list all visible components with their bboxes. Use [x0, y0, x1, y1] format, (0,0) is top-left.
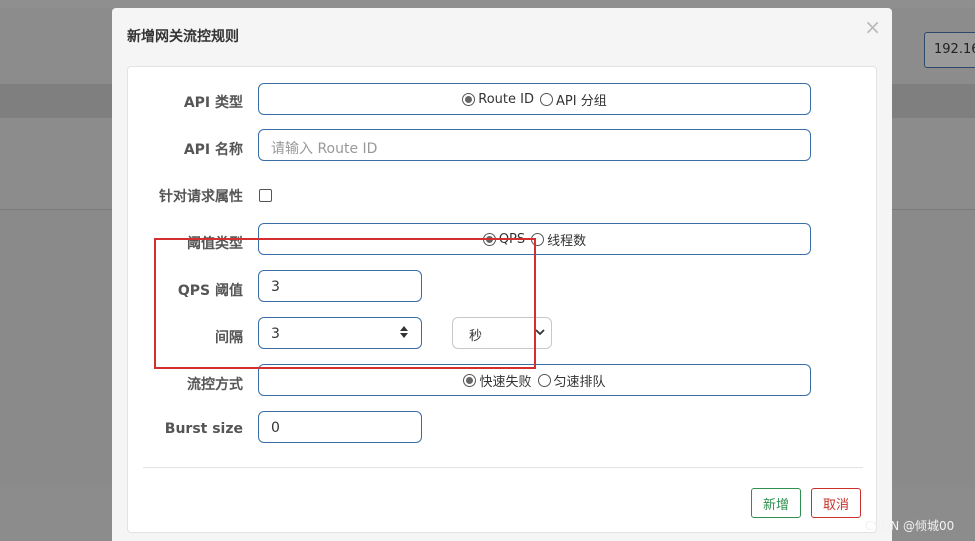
dialog-title: 新增网关流控规则 — [127, 29, 239, 45]
api-type-radio-group: Route ID API 分组 — [258, 83, 811, 115]
chevron-down-icon — [535, 329, 545, 336]
radio-route-id[interactable]: Route ID — [462, 92, 534, 107]
csdn-watermark: CSDN @倾城00 — [865, 519, 955, 533]
radio-unchecked-icon[interactable] — [537, 373, 551, 387]
radio-thread-count[interactable]: 线程数 — [531, 230, 586, 249]
radio-checked-icon[interactable] — [463, 373, 477, 387]
radio-route-id-label: Route ID — [478, 91, 534, 107]
burst-size-label: Burst size — [164, 421, 243, 437]
radio-rate-limiter-label: 匀速排队 — [553, 374, 606, 390]
radio-unchecked-icon[interactable] — [540, 92, 553, 106]
background-band — [0, 0, 975, 8]
radio-rate-limiter[interactable]: 匀速排队 — [537, 371, 606, 390]
api-name-placeholder: 请输入 Route ID — [271, 141, 378, 157]
form-divider — [143, 467, 863, 468]
radio-api-group[interactable]: API 分组 — [540, 90, 607, 109]
close-icon[interactable]: × — [864, 15, 881, 39]
burst-size-value: 0 — [271, 420, 280, 436]
radio-thread-count-label: 线程数 — [547, 233, 587, 249]
api-type-label: API 类型 — [183, 95, 243, 111]
burst-size-input[interactable]: 0 — [258, 411, 422, 443]
add-button[interactable]: 新增 — [751, 488, 801, 518]
cancel-button[interactable]: 取消 — [811, 488, 861, 518]
radio-fast-fail[interactable]: 快速失败 — [463, 371, 532, 390]
radio-checked-icon[interactable] — [462, 92, 476, 106]
radio-fast-fail-label: 快速失败 — [479, 374, 532, 390]
api-name-label: API 名称 — [183, 142, 243, 158]
background-ip-field: 192.168 — [924, 32, 975, 68]
annotation-highlight-box — [154, 238, 536, 369]
request-attribute-label: 针对请求属性 — [159, 189, 243, 205]
control-behavior-label: 流控方式 — [187, 377, 243, 393]
request-attribute-checkbox[interactable] — [259, 189, 272, 202]
api-name-input[interactable]: 请输入 Route ID — [258, 129, 811, 161]
radio-api-group-label: API 分组 — [556, 93, 607, 109]
